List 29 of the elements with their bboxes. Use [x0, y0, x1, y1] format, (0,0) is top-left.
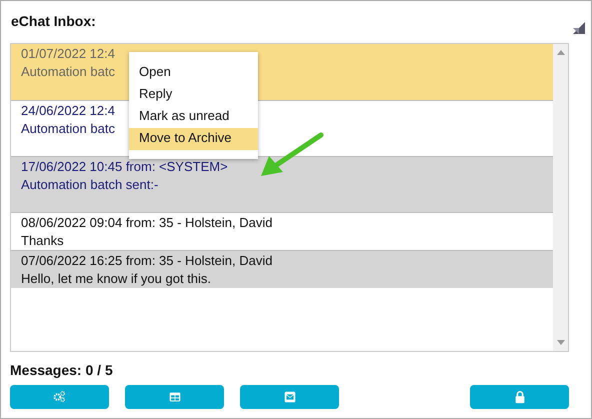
scroll-up-icon[interactable]	[556, 50, 564, 55]
menu-item[interactable]: Mark as unread	[129, 106, 258, 128]
grid-icon	[168, 390, 182, 404]
message-header: 01/07/2022 12:4	[21, 45, 115, 63]
gears-button[interactable]	[10, 385, 109, 409]
mail-icon	[282, 390, 296, 404]
message-count: Messages: 0 / 5	[10, 362, 114, 378]
panel-title: eChat Inbox:	[11, 13, 96, 29]
scroll-down-icon[interactable]	[556, 340, 564, 345]
menu-item[interactable]: Open	[129, 62, 258, 84]
scrollbar[interactable]	[553, 44, 568, 351]
message-header: 08/06/2022 09:04 from: 35 - Holstein, David	[21, 214, 272, 232]
message-row[interactable]: 07/06/2022 16:25 from: 35 - Holstein, David Hello, let me know if you got this.	[11, 250, 553, 288]
menu-item[interactable]: Move to Archive	[129, 128, 258, 150]
message-header: 07/06/2022 16:25 from: 35 - Holstein, David	[21, 252, 272, 270]
message-header: 17/06/2022 10:45 from: <SYSTEM>	[21, 158, 228, 176]
message-header: 24/06/2022 12:4	[21, 102, 115, 120]
message-body: Hello, let me know if you got this.	[21, 270, 212, 288]
message-body: Automation batc	[21, 63, 115, 81]
lock-icon	[512, 390, 526, 404]
grid-button[interactable]	[125, 385, 224, 409]
corner-icon[interactable]	[573, 22, 585, 34]
message-body: Thanks	[21, 232, 64, 250]
lock-button[interactable]	[470, 385, 569, 409]
gears-icon	[52, 390, 66, 404]
message-body: Automation batc	[21, 120, 115, 138]
message-body: Automation batch sent:-	[21, 176, 158, 194]
mail-button[interactable]	[240, 385, 339, 409]
message-row[interactable]: 17/06/2022 10:45 from: <SYSTEM> Automation batch sent:-	[11, 156, 553, 212]
